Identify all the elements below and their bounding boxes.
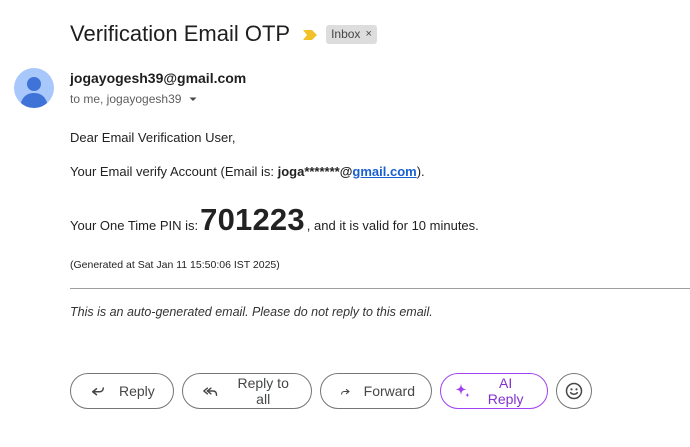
reply-all-button[interactable]: Reply to all — [182, 373, 312, 409]
email-subject: Verification Email OTP — [70, 21, 291, 46]
action-bar: Reply Reply to all Forward AI Reply — [70, 373, 592, 409]
reply-button[interactable]: Reply — [70, 373, 174, 409]
recipients-text: to me, jogayogesh39 — [70, 92, 182, 106]
account-masked-user: joga******* — [277, 164, 340, 179]
forward-label: Forward — [363, 383, 415, 399]
remove-label-icon[interactable]: × — [365, 28, 371, 40]
otp-line: Your One Time PIN is: 701223 , and it is… — [70, 202, 479, 238]
account-domain-link[interactable]: gmail.com — [352, 164, 416, 179]
reply-label: Reply — [119, 383, 155, 399]
greeting: Dear Email Verification User, — [70, 130, 236, 145]
reply-all-icon — [203, 387, 218, 396]
otp-suffix: , and it is valid for 10 minutes. — [306, 218, 479, 233]
person-icon — [20, 77, 48, 108]
account-suffix: ). — [416, 164, 425, 179]
account-prefix: Your Email verify Account (Email is: — [70, 164, 278, 179]
otp-code: 701223 — [200, 202, 305, 237]
sender-email[interactable]: jogayogesh39@gmail.com — [70, 70, 246, 86]
sender-avatar[interactable] — [14, 68, 54, 108]
label-chip-inbox: Inbox × — [326, 24, 377, 44]
otp-prefix: Your One Time PIN is: — [70, 218, 199, 233]
importance-marker-icon[interactable] — [302, 28, 318, 40]
account-at: @ — [339, 164, 353, 179]
reply-icon — [92, 387, 104, 396]
caret-down-icon[interactable] — [187, 93, 199, 105]
label-chip-text: Inbox — [331, 27, 361, 41]
auto-generated-note: This is an auto-generated email. Please … — [70, 305, 433, 319]
generated-timestamp: (Generated at Sat Jan 11 15:50:06 IST 20… — [70, 259, 280, 271]
sparkle-icon — [455, 383, 470, 398]
subject-row: Verification Email OTP Inbox × — [70, 20, 377, 48]
smiley-icon — [565, 382, 583, 400]
forward-button[interactable]: Forward — [320, 373, 432, 409]
ai-reply-button[interactable]: AI Reply — [440, 373, 548, 409]
recipient-row[interactable]: to me, jogayogesh39 — [70, 92, 199, 106]
ai-reply-label: AI Reply — [487, 375, 524, 407]
emoji-reaction-button[interactable] — [556, 373, 592, 409]
account-line: Your Email verify Account (Email is: jog… — [70, 164, 425, 179]
forward-icon — [341, 388, 350, 395]
divider — [70, 288, 690, 289]
reply-all-label: Reply to all — [237, 375, 289, 407]
